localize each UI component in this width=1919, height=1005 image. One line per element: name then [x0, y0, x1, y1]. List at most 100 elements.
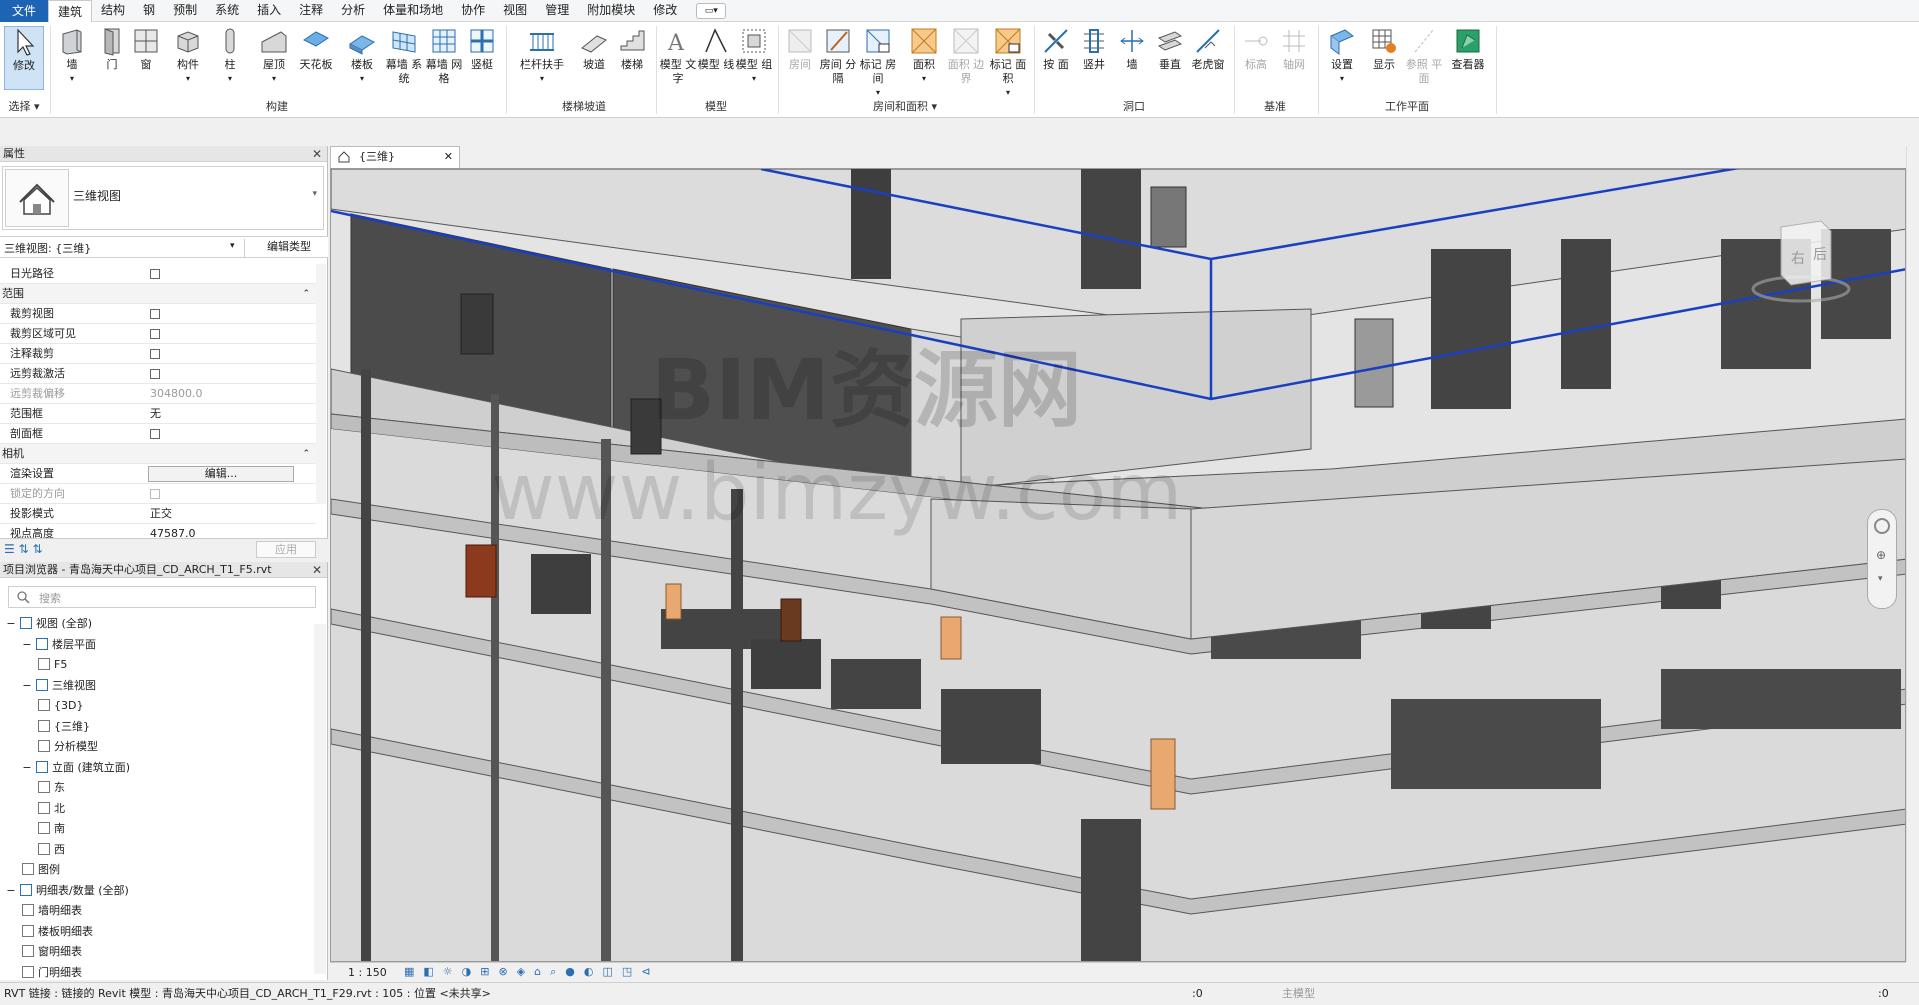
browser-tree-item[interactable]: 东 [38, 778, 65, 798]
set-work-plane-button[interactable]: 设置 ▾ [1322, 26, 1362, 86]
browser-tree-item[interactable]: − 明细表/数量 (全部) [6, 881, 129, 901]
column-button[interactable]: 柱 ▾ [210, 26, 250, 86]
menu-tab[interactable]: 预制 [164, 0, 206, 21]
property-checkbox[interactable] [150, 269, 160, 279]
modify-button[interactable]: 修改 [4, 26, 44, 90]
menu-tab[interactable]: 插入 [248, 0, 290, 21]
chevron-down-icon[interactable]: ▾ [1878, 574, 1883, 584]
grid-button[interactable]: 轴网 [1274, 26, 1314, 72]
menu-tab[interactable]: 结构 [92, 0, 134, 21]
browser-tree-item[interactable]: − 立面 (建筑立面) [22, 758, 130, 778]
menu-tab[interactable]: 分析 [332, 0, 374, 21]
chevron-down-icon[interactable]: ▾ [230, 241, 235, 251]
collapse-icon[interactable]: ⌃ [302, 284, 310, 304]
chevron-down-icon[interactable]: ▾ [312, 189, 317, 199]
instance-selector[interactable]: 三维视图: {三维} ▾ 编辑类型 [0, 236, 328, 258]
collapse-icon[interactable]: − [22, 676, 32, 696]
browser-tree-item[interactable]: {3D} [38, 696, 83, 716]
edit-render-settings-button[interactable]: 编辑... [148, 466, 294, 482]
room-separator-button[interactable]: 房间 分隔 [818, 26, 858, 86]
dormer-button[interactable]: 老虎窗 [1188, 26, 1228, 72]
shaft-button[interactable]: 竖井 [1074, 26, 1114, 72]
ramp-button[interactable]: 坡道 [574, 26, 614, 72]
collapse-icon[interactable]: − [6, 881, 16, 901]
railing-button[interactable]: 栏杆扶手 ▾ [516, 26, 568, 86]
active-model[interactable]: 主模型 [1282, 983, 1315, 1005]
wall-button[interactable]: 墙 ▾ [52, 26, 92, 86]
3d-viewport[interactable]: BIM资源网 www.bimzyw.com 右 后 ⊕ ▾ [330, 168, 1906, 962]
model-text-button[interactable]: A 模型 文字 [658, 26, 698, 86]
tag-area-button[interactable]: 标记 面积 ▾ [988, 26, 1028, 100]
property-section[interactable]: 范围 ⌃ [0, 284, 316, 304]
menu-tab[interactable]: 修改 [644, 0, 686, 21]
menu-tab[interactable]: 系统 [206, 0, 248, 21]
steering-wheel-icon[interactable] [1874, 518, 1890, 534]
properties-scrollbar[interactable] [316, 264, 326, 504]
floor-button[interactable]: 楼板 ▾ [342, 26, 382, 86]
menu-tab[interactable]: 视图 [494, 0, 536, 21]
close-icon[interactable]: ✕ [312, 146, 322, 162]
apply-button[interactable]: 应用 [256, 541, 316, 558]
property-value[interactable]: 无 [150, 404, 161, 424]
menu-tab[interactable]: 体量和场地 [374, 0, 452, 21]
navigation-bar[interactable]: ⊕ ▾ [1867, 509, 1897, 609]
collapse-icon[interactable]: − [6, 614, 16, 634]
search-field[interactable]: 搜索 [8, 586, 316, 608]
browser-tree-item[interactable]: 分析模型 [38, 737, 98, 757]
ceiling-button[interactable]: 天花板 [296, 26, 336, 72]
zoom-icon[interactable]: ⊕ [1876, 548, 1886, 562]
model-group-button[interactable]: 模型 组 ▾ [734, 26, 774, 86]
group-select[interactable]: 选择 ▾ [4, 98, 44, 116]
show-work-plane-button[interactable]: 显示 [1364, 26, 1404, 72]
browser-tree-item[interactable]: − 楼层平面 [22, 635, 96, 655]
browser-tree-item[interactable]: {三维} [38, 717, 90, 737]
by-face-button[interactable]: 按 面 [1036, 26, 1076, 72]
file-menu[interactable]: 文件 [0, 0, 49, 22]
browser-tree-item[interactable]: 门明细表 [22, 963, 82, 983]
type-selector[interactable]: 三维视图 ▾ [2, 166, 324, 230]
menu-tab[interactable]: 协作 [452, 0, 494, 21]
view-control-icons[interactable]: ▦◧☼◑⊞⊗◈⌂⌕●◐◫◳⊲ [404, 965, 659, 979]
browser-tree-item[interactable]: 窗明细表 [22, 942, 82, 962]
collapse-icon[interactable]: ⌃ [302, 444, 310, 464]
menu-tab[interactable]: 附加模块 [578, 0, 644, 21]
browser-tree-item[interactable]: − 视图 (全部) [6, 614, 92, 634]
model-line-button[interactable]: 模型 线 [696, 26, 736, 72]
property-section[interactable]: 相机 ⌃ [0, 444, 316, 464]
browser-tree-item[interactable]: 南 [38, 819, 65, 839]
property-value[interactable]: 正交 [150, 504, 172, 524]
close-icon[interactable]: ✕ [444, 147, 453, 167]
property-checkbox[interactable] [150, 489, 160, 499]
property-checkbox[interactable] [150, 309, 160, 319]
property-checkbox[interactable] [150, 369, 160, 379]
tag-room-button[interactable]: 标记 房间 ▾ [858, 26, 898, 100]
component-button[interactable]: 构件 ▾ [168, 26, 208, 86]
room-button[interactable]: 房间 [780, 26, 820, 72]
property-checkbox[interactable] [150, 429, 160, 439]
quick-access-dropdown[interactable]: ▭▾ [696, 2, 727, 19]
model-scene[interactable]: BIM资源网 www.bimzyw.com 右 后 [331, 169, 1906, 962]
view-scale[interactable]: 1 : 150 [348, 966, 387, 979]
collapse-icon[interactable]: − [22, 758, 32, 778]
browser-tree-item[interactable]: 北 [38, 799, 65, 819]
group-room-area[interactable]: 房间和面积 ▾ [780, 98, 1030, 116]
sort-icon[interactable]: ☰ ⇅ ⇅ [4, 542, 43, 556]
browser-tree-item[interactable]: 图例 [22, 860, 60, 880]
viewer-button[interactable]: 查看器 [1444, 26, 1492, 72]
close-icon[interactable]: ✕ [312, 562, 322, 578]
property-checkbox[interactable] [150, 349, 160, 359]
wall-opening-button[interactable]: 墙 [1112, 26, 1152, 72]
level-button[interactable]: 标高 [1236, 26, 1276, 72]
browser-tree-item[interactable]: 楼板明细表 [22, 922, 93, 942]
collapse-icon[interactable]: − [22, 635, 32, 655]
mullion-button[interactable]: 竖梃 [462, 26, 502, 72]
property-value[interactable]: 304800.0 [150, 384, 203, 404]
menu-tab[interactable]: 钢 [134, 0, 164, 21]
view-tab-3d[interactable]: {三维} ✕ [330, 146, 460, 168]
browser-scrollbar[interactable] [314, 624, 326, 974]
area-button[interactable]: 面积 ▾ [904, 26, 944, 86]
menu-tab[interactable]: 建筑 [48, 0, 93, 23]
curtain-grid-button[interactable]: 幕墙 网格 [424, 26, 464, 86]
stair-button[interactable]: 楼梯 [612, 26, 652, 72]
menu-tab[interactable]: 管理 [536, 0, 578, 21]
